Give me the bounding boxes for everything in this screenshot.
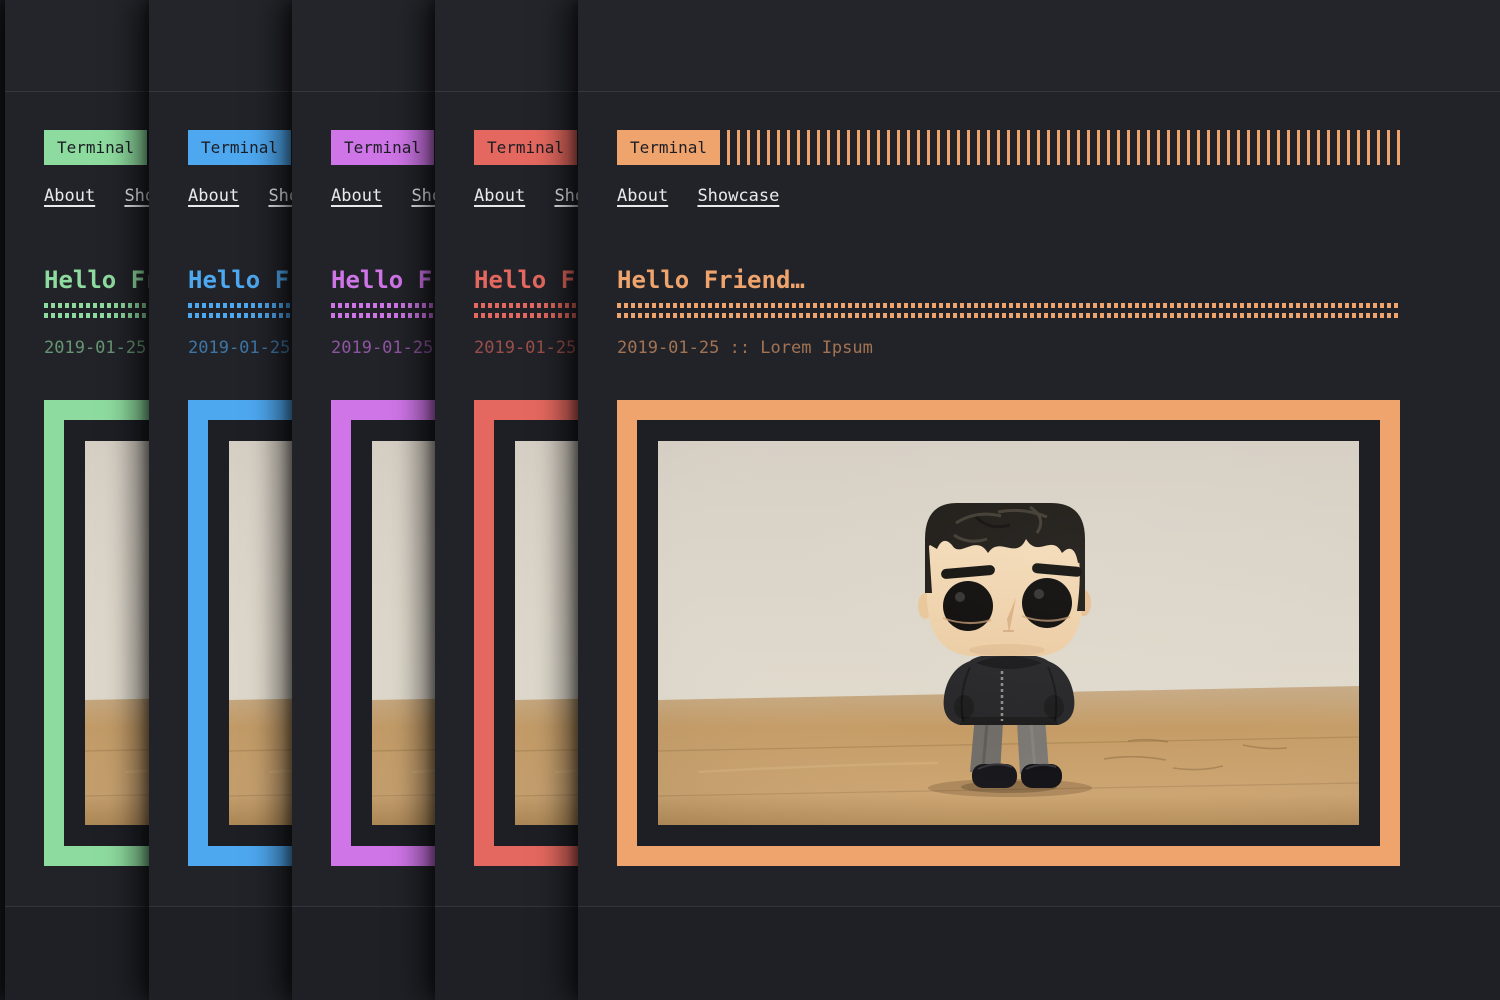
theme-variant-stack: Terminal About Showcase Hello Friend… 20… [0, 0, 1500, 1000]
site-logo-badge[interactable]: Terminal [617, 130, 720, 165]
post-title-divider [617, 303, 1400, 318]
nav-link-about[interactable]: About [474, 186, 525, 206]
post-image-frame [617, 400, 1400, 866]
nav-link-showcase[interactable]: Showcase [697, 186, 779, 206]
post-meta-date: 2019-01-25 :: Lorem Ipsum [617, 338, 873, 358]
funko-figure-photo [658, 441, 1359, 825]
site-nav: About Showcase [617, 186, 798, 206]
nav-link-about[interactable]: About [617, 186, 668, 206]
nav-link-about[interactable]: About [331, 186, 382, 206]
header-stripes-decoration [727, 130, 1400, 165]
theme-panel-orange: Terminal About Showcase Hello Friend… 20… [578, 0, 1500, 1000]
site-logo-badge[interactable]: Terminal [474, 130, 577, 165]
site-logo-badge[interactable]: Terminal [188, 130, 291, 165]
site-logo-badge[interactable]: Terminal [44, 130, 147, 165]
post-title: Hello Friend… [617, 265, 805, 295]
site-header: Terminal [617, 130, 1400, 165]
nav-link-about[interactable]: About [188, 186, 239, 206]
page-content: Terminal About Showcase Hello Friend… 20… [617, 0, 1400, 1000]
nav-link-about[interactable]: About [44, 186, 95, 206]
site-logo-badge[interactable]: Terminal [331, 130, 434, 165]
